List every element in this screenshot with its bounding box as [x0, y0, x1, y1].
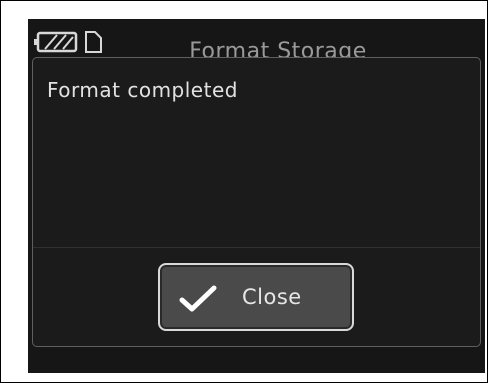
battery-icon — [34, 31, 78, 53]
close-button[interactable]: Close — [158, 263, 354, 331]
status-bar: Format Storage — [28, 19, 485, 64]
checkmark-icon — [179, 285, 217, 312]
sd-card-icon — [85, 31, 102, 53]
camera-screen: Format Storage Format completed Close — [28, 19, 485, 373]
device-frame: Format Storage Format completed Close — [0, 0, 488, 383]
dialog-message: Format completed — [47, 78, 238, 102]
dialog-divider — [33, 247, 480, 248]
format-complete-dialog: Format completed Close — [32, 57, 481, 347]
close-button-label: Close — [242, 285, 302, 309]
